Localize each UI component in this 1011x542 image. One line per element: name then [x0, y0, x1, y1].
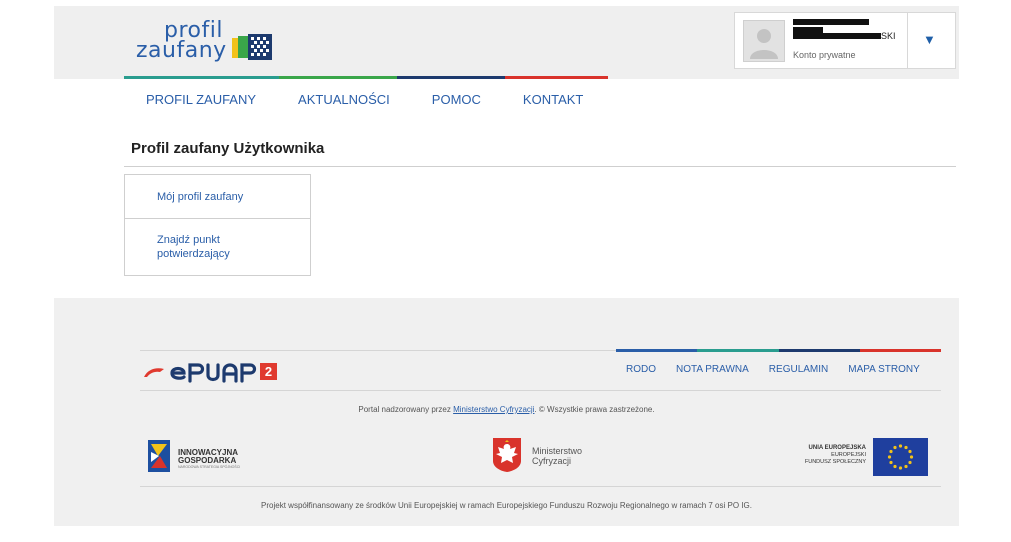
- stripe: [505, 76, 608, 79]
- side-menu-item-find-point[interactable]: Znajdź punkt potwierdzający: [125, 218, 310, 275]
- polish-eagle-emblem-icon: [493, 438, 521, 472]
- divider: [140, 390, 941, 391]
- footer: 2 RODO NOTA PRAWNA REGULAMIN MAPA STRONY…: [54, 298, 959, 526]
- triangle-down-icon[interactable]: ▼: [923, 32, 936, 47]
- page-title: Profil zaufany Użytkownika: [131, 140, 325, 157]
- partner-eu-text: UNIA EUROPEJSKA EUROPEJSKI FUNDUSZ SPOŁE…: [774, 445, 866, 466]
- stripe: [697, 349, 779, 352]
- footer-color-stripes: [616, 349, 941, 352]
- stripe: [859, 349, 941, 352]
- supervised-notice: Portal nadzorowany przez Ministerstwo Cy…: [54, 405, 959, 414]
- eu-flag-icon: [873, 438, 928, 476]
- innovative-economy-flag-icon: [148, 440, 170, 472]
- divider: [907, 13, 908, 68]
- side-menu: Mój profil zaufany Znajdź punkt potwierd…: [124, 174, 311, 276]
- partner-mc-line2: Cyfryzacji: [532, 456, 572, 466]
- nav-item-kontakt[interactable]: KONTAKT: [523, 92, 583, 107]
- epuap-logo[interactable]: 2: [142, 359, 282, 383]
- partner-eu-line1: UNIA EUROPEJSKA: [808, 445, 866, 451]
- user-name-suffix: SKI: [881, 31, 896, 41]
- header: profil zaufany SKI Konto prywatne ▼: [54, 6, 959, 79]
- supervised-prefix: Portal nadzorowany przez: [358, 405, 454, 414]
- header-color-stripes: [124, 76, 608, 79]
- redaction-bar: [793, 33, 881, 39]
- avatar: [743, 20, 785, 62]
- user-account-box[interactable]: SKI Konto prywatne ▼: [734, 12, 956, 69]
- footer-link-mapa-strony[interactable]: MAPA STRONY: [848, 364, 920, 375]
- logo-word-zaufany: zaufany: [136, 38, 227, 63]
- cofinanced-notice: Projekt współfinansowany ze środków Unii…: [261, 501, 752, 510]
- partner-ig-line2: GOSPODARKA: [178, 456, 237, 465]
- supervised-suffix: . © Wszystkie prawa zastrzeżone.: [534, 405, 655, 414]
- svg-text:2: 2: [265, 364, 272, 379]
- redaction-bar: [793, 19, 869, 25]
- account-type-label: Konto prywatne: [793, 50, 856, 60]
- partner-ministerstwo-cyfryzacji[interactable]: Ministerstwo Cyfryzacji: [492, 437, 612, 477]
- footer-links: RODO NOTA PRAWNA REGULAMIN MAPA STRONY: [626, 364, 920, 375]
- partner-innowacyjna-gospodarka[interactable]: INNOWACYJNA GOSPODARKA NARODOWA STRATEGI…: [148, 440, 278, 476]
- nav-item-aktualnosci[interactable]: AKTUALNOŚCI: [298, 92, 390, 107]
- user-silhouette-icon: [750, 29, 778, 59]
- divider: [124, 166, 956, 167]
- partner-eu-line3: FUNDUSZ SPOŁECZNY: [804, 459, 866, 465]
- stripe: [279, 76, 397, 79]
- partner-eu-line2: EUROPEJSKI: [831, 452, 866, 458]
- partner-ig-line3: NARODOWA STRATEGIA SPÓJNOŚCI: [178, 465, 241, 469]
- nav-item-pomoc[interactable]: POMOC: [432, 92, 481, 107]
- stripe: [397, 76, 505, 79]
- stripe: [616, 349, 698, 352]
- footer-link-nota-prawna[interactable]: NOTA PRAWNA: [676, 364, 749, 375]
- partner-european-union[interactable]: UNIA EUROPEJSKA EUROPEJSKI FUNDUSZ SPOŁE…: [774, 438, 934, 478]
- nav-item-profil-zaufany[interactable]: PROFIL ZAUFANY: [146, 92, 256, 107]
- stripe: [778, 349, 860, 352]
- divider: [140, 486, 941, 487]
- main-nav: PROFIL ZAUFANY AKTUALNOŚCI POMOC KONTAKT: [146, 92, 625, 107]
- user-name-redacted: SKI: [793, 19, 903, 41]
- stripe: [124, 76, 279, 79]
- side-menu-item-my-profile[interactable]: Mój profil zaufany: [125, 175, 310, 218]
- logo-mark-icon: [232, 34, 272, 60]
- profil-zaufany-logo[interactable]: profil zaufany: [134, 16, 284, 66]
- footer-link-rodo[interactable]: RODO: [626, 364, 656, 375]
- ministry-link[interactable]: Ministerstwo Cyfryzacji: [453, 405, 534, 414]
- footer-link-regulamin[interactable]: REGULAMIN: [769, 364, 828, 375]
- partner-mc-line1: Ministerstwo: [532, 446, 583, 456]
- page: profil zaufany SKI Konto prywatne ▼ PROF…: [0, 0, 1011, 542]
